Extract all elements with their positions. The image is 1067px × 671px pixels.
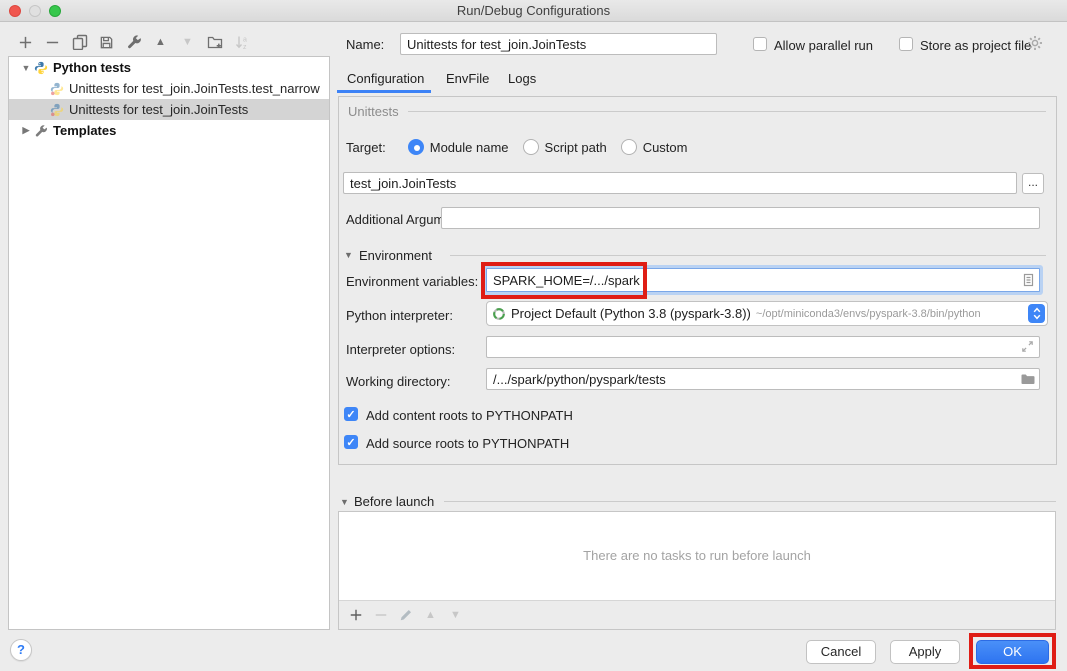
save-configuration-icon[interactable]	[93, 32, 120, 52]
radio-selected-icon[interactable]	[408, 139, 424, 155]
chevron-right-icon[interactable]: ▶	[19, 125, 33, 136]
move-task-up-icon: ▲	[418, 605, 443, 625]
tab-configuration[interactable]: Configuration	[347, 71, 424, 86]
before-launch-panel: There are no tasks to run before launch …	[338, 511, 1056, 630]
target-label: Target:	[346, 140, 386, 155]
name-label: Name:	[346, 37, 384, 52]
expand-field-icon[interactable]	[1020, 339, 1036, 355]
tab-logs[interactable]: Logs	[508, 71, 536, 86]
configurations-toolbar: ▲ ▼ az	[12, 31, 255, 53]
folder-icon[interactable]	[1020, 371, 1036, 387]
interpreter-options-label: Interpreter options:	[346, 342, 455, 357]
target-input[interactable]	[343, 172, 1017, 194]
active-tab-indicator	[337, 90, 431, 93]
store-as-project-file-label: Store as project file	[920, 38, 1031, 53]
before-launch-task-list[interactable]: There are no tasks to run before launch	[339, 512, 1055, 601]
chevron-down-icon[interactable]: ▼	[340, 497, 349, 507]
title-bar: Run/Debug Configurations	[0, 0, 1067, 22]
add-task-icon[interactable]	[343, 605, 368, 625]
radio-label: Custom	[643, 140, 688, 155]
tree-item-label: Unittests for test_join.JoinTests.test_n…	[69, 81, 320, 96]
tab-envfile[interactable]: EnvFile	[446, 71, 489, 86]
python-test-icon	[49, 102, 65, 118]
group-separator	[408, 111, 1046, 112]
configurations-tree: ▼ Python tests Unittests for test_join.J…	[8, 56, 330, 630]
env-variables-list-icon[interactable]	[1020, 272, 1036, 288]
radio-module-name[interactable]: Module name	[408, 139, 509, 155]
working-directory-label: Working directory:	[346, 374, 451, 389]
tree-item-label: Python tests	[53, 60, 131, 75]
python-interpreter-label: Python interpreter:	[346, 308, 453, 323]
edit-templates-icon[interactable]	[120, 32, 147, 52]
conda-environment-icon	[492, 307, 506, 321]
edit-task-icon	[393, 605, 418, 625]
svg-text:a: a	[243, 37, 247, 44]
python-interpreter-select[interactable]: Project Default (Python 3.8 (pyspark-3.8…	[486, 301, 1048, 326]
before-launch-title: Before launch	[354, 494, 434, 509]
python-icon	[33, 60, 49, 76]
move-up-icon[interactable]: ▲	[147, 32, 174, 52]
python-interpreter-path: ~/opt/miniconda3/envs/pyspark-3.8/bin/py…	[756, 308, 981, 320]
radio-icon[interactable]	[523, 139, 539, 155]
environment-variables-label: Environment variables:	[346, 274, 478, 289]
tree-item-label: Templates	[53, 123, 116, 138]
window-title: Run/Debug Configurations	[0, 3, 1067, 18]
tree-item-label: Unittests for test_join.JoinTests	[69, 102, 248, 117]
environment-group-title: Environment	[359, 248, 432, 263]
radio-label: Module name	[430, 140, 509, 155]
add-configuration-icon[interactable]	[12, 32, 39, 52]
tree-item-unittests-test-narrow[interactable]: Unittests for test_join.JoinTests.test_n…	[9, 78, 329, 99]
add-source-roots-label: Add source roots to PYTHONPATH	[366, 436, 569, 451]
cancel-button[interactable]: Cancel	[806, 640, 876, 664]
sort-configurations-icon: az	[228, 32, 255, 52]
gear-icon[interactable]	[1027, 35, 1043, 51]
group-separator	[444, 501, 1056, 502]
radio-icon[interactable]	[621, 139, 637, 155]
target-row: Target: Module name Script path Custom	[346, 139, 701, 155]
radio-custom[interactable]: Custom	[621, 139, 688, 155]
radio-label: Script path	[545, 140, 607, 155]
before-launch-toolbar: ▲ ▼	[343, 605, 468, 625]
move-down-icon: ▼	[174, 32, 201, 52]
environment-variables-input[interactable]	[486, 268, 1040, 292]
remove-configuration-icon[interactable]	[39, 32, 66, 52]
unittests-group-title: Unittests	[348, 104, 399, 119]
move-task-down-icon: ▼	[443, 605, 468, 625]
radio-script-path[interactable]: Script path	[523, 139, 607, 155]
store-as-project-file-checkbox[interactable]	[899, 37, 913, 51]
chevron-down-icon[interactable]: ▼	[19, 63, 33, 73]
allow-parallel-run-checkbox[interactable]	[753, 37, 767, 51]
name-input[interactable]	[400, 33, 717, 55]
add-source-roots-checkbox[interactable]: ✓	[344, 435, 358, 449]
dropdown-stepper-icon[interactable]	[1028, 304, 1045, 323]
ok-button[interactable]: OK	[976, 640, 1049, 664]
allow-parallel-run-label: Allow parallel run	[774, 38, 873, 53]
tree-group-templates[interactable]: ▶ Templates	[9, 120, 329, 141]
wrench-icon	[33, 123, 49, 139]
group-separator	[450, 255, 1046, 256]
copy-configuration-icon[interactable]	[66, 32, 93, 52]
browse-button[interactable]: ...	[1022, 173, 1044, 194]
tree-group-python-tests[interactable]: ▼ Python tests	[9, 57, 329, 78]
tree-item-unittests-jointests-selected[interactable]: Unittests for test_join.JoinTests	[9, 99, 329, 120]
additional-arguments-input[interactable]	[441, 207, 1040, 229]
apply-button[interactable]: Apply	[890, 640, 960, 664]
python-test-icon	[49, 81, 65, 97]
remove-task-icon	[368, 605, 393, 625]
working-directory-input[interactable]	[486, 368, 1040, 390]
run-debug-configurations-dialog: Run/Debug Configurations ▲ ▼ az ▼	[0, 0, 1067, 671]
help-button[interactable]: ?	[10, 639, 32, 661]
python-interpreter-value: Project Default (Python 3.8 (pyspark-3.8…	[511, 306, 751, 321]
interpreter-options-input[interactable]	[486, 336, 1040, 358]
svg-text:z: z	[243, 44, 247, 50]
add-content-roots-label: Add content roots to PYTHONPATH	[366, 408, 573, 423]
chevron-down-icon[interactable]: ▼	[344, 250, 353, 260]
add-content-roots-checkbox[interactable]: ✓	[344, 407, 358, 421]
new-folder-icon[interactable]	[201, 32, 228, 52]
before-launch-empty-message: There are no tasks to run before launch	[339, 548, 1055, 563]
